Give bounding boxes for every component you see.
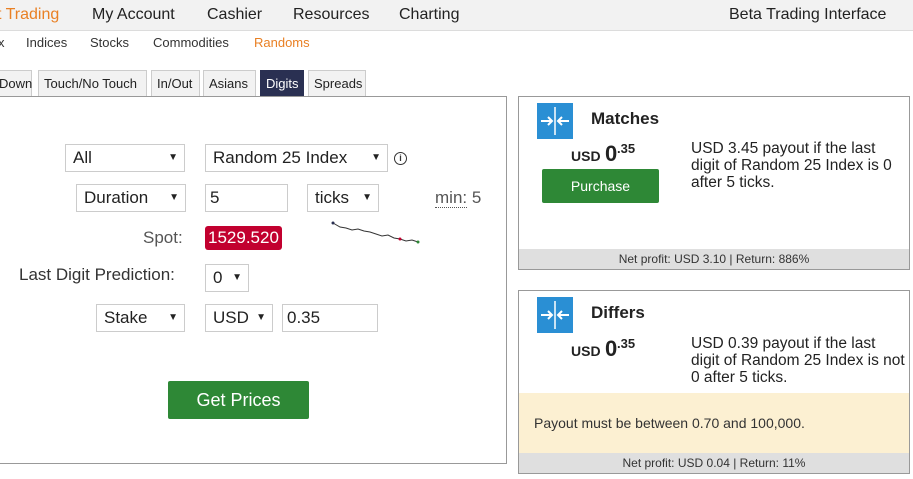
duration-input[interactable]: 5 bbox=[205, 184, 288, 212]
market-select-value: All bbox=[73, 148, 92, 167]
net-profit-footer: Net profit: USD 0.04 | Return: 11% bbox=[519, 453, 909, 473]
duration-unit-select[interactable]: ticks ▼ bbox=[307, 184, 379, 212]
caret-down-icon: ▼ bbox=[168, 312, 178, 323]
duration-type-select[interactable]: Duration ▼ bbox=[76, 184, 186, 212]
caret-down-icon: ▼ bbox=[371, 152, 381, 163]
tab-digits[interactable]: Digits bbox=[260, 70, 304, 96]
market-subnav: x Indices Stocks Commodities Randoms bbox=[0, 31, 913, 59]
min-duration-label: min: 5 bbox=[435, 188, 481, 208]
differs-contract-card: Differs USD 0 .35 USD 0.39 payout if the… bbox=[518, 290, 910, 474]
last-digit-value: 0 bbox=[213, 268, 223, 287]
market-select[interactable]: All ▼ bbox=[65, 144, 185, 172]
nav-item-trading[interactable]: t Trading bbox=[0, 6, 59, 24]
subnav-item-stocks[interactable]: Stocks bbox=[90, 35, 129, 50]
amount-type-value: Stake bbox=[104, 308, 148, 327]
info-circle-icon[interactable]: i bbox=[394, 152, 407, 165]
subnav-item-forex[interactable]: x bbox=[0, 35, 5, 50]
nav-item-resources[interactable]: Resources bbox=[293, 6, 369, 24]
caret-down-icon: ▼ bbox=[232, 272, 242, 283]
subnav-item-randoms[interactable]: Randoms bbox=[254, 35, 310, 50]
amount-type-select[interactable]: Stake ▼ bbox=[96, 304, 185, 332]
duration-type-value: Duration bbox=[84, 188, 149, 207]
spot-value-badge: 1529.520 bbox=[205, 226, 282, 250]
stake-amount-value: 0.35 bbox=[287, 308, 321, 327]
matches-contract-card: Matches USD 0 .35 USD 3.45 payout if the… bbox=[518, 96, 910, 270]
price-currency: USD bbox=[571, 343, 601, 359]
arrows-inward-svg bbox=[541, 107, 569, 135]
caret-down-icon: ▼ bbox=[362, 192, 372, 203]
beta-trading-interface-link[interactable]: Beta Trading Interface bbox=[729, 6, 886, 24]
contract-title: Matches bbox=[591, 109, 660, 128]
last-digit-select[interactable]: 0 ▼ bbox=[205, 264, 249, 292]
nav-item-charting[interactable]: Charting bbox=[399, 6, 459, 24]
tab-asians[interactable]: Asians bbox=[203, 70, 256, 96]
caret-down-icon: ▼ bbox=[256, 312, 266, 323]
spot-sparkline bbox=[331, 221, 420, 244]
caret-down-icon: ▼ bbox=[168, 152, 178, 163]
tab-touch-no-touch[interactable]: Touch/No Touch bbox=[38, 70, 147, 96]
get-prices-button[interactable]: Get Prices bbox=[168, 381, 309, 419]
min-value: 5 bbox=[471, 188, 482, 207]
subnav-item-commodities[interactable]: Commodities bbox=[153, 35, 229, 50]
caret-down-icon: ▼ bbox=[169, 192, 179, 203]
arrows-inward-svg bbox=[541, 301, 569, 329]
min-label: min: bbox=[435, 188, 468, 208]
purchase-button[interactable]: Purchase bbox=[542, 169, 659, 203]
underlying-select-value: Random 25 Index bbox=[213, 148, 348, 167]
net-profit-footer: Net profit: USD 3.10 | Return: 886% bbox=[519, 249, 909, 269]
arrows-inward-icon bbox=[537, 297, 573, 333]
payout-description: USD 3.45 payout if the last digit of Ran… bbox=[691, 140, 892, 191]
tab-in-out[interactable]: In/Out bbox=[151, 70, 200, 96]
underlying-select[interactable]: Random 25 Index ▼ bbox=[205, 144, 388, 172]
currency-select[interactable]: USD ▼ bbox=[205, 304, 273, 332]
stake-amount-input[interactable]: 0.35 bbox=[282, 304, 378, 332]
price-amount-int: 0 bbox=[605, 336, 618, 361]
duration-unit-value: ticks bbox=[315, 188, 349, 207]
subnav-item-indices[interactable]: Indices bbox=[26, 35, 67, 50]
nav-item-cashier[interactable]: Cashier bbox=[207, 6, 262, 24]
price-amount-int: 0 bbox=[605, 141, 618, 166]
tab-up-down[interactable]: Down bbox=[0, 70, 32, 96]
contract-title: Differs bbox=[591, 303, 645, 322]
payout-description: USD 0.39 payout if the last digit of Ran… bbox=[691, 335, 905, 386]
top-nav: t Trading My Account Cashier Resources C… bbox=[0, 0, 913, 31]
price-amount-dec: .35 bbox=[617, 141, 636, 156]
payout-warning: Payout must be between 0.70 and 100,000. bbox=[519, 393, 909, 453]
price-amount-dec: .35 bbox=[617, 336, 636, 351]
tab-spreads[interactable]: Spreads bbox=[308, 70, 366, 96]
nav-item-my-account[interactable]: My Account bbox=[92, 6, 175, 24]
spot-label: Spot: bbox=[143, 228, 183, 247]
currency-value: USD bbox=[213, 308, 249, 327]
arrows-inward-icon bbox=[537, 103, 573, 139]
last-digit-label: Last Digit Prediction: bbox=[19, 265, 175, 284]
duration-input-value: 5 bbox=[210, 188, 220, 207]
price-currency: USD bbox=[571, 148, 601, 164]
